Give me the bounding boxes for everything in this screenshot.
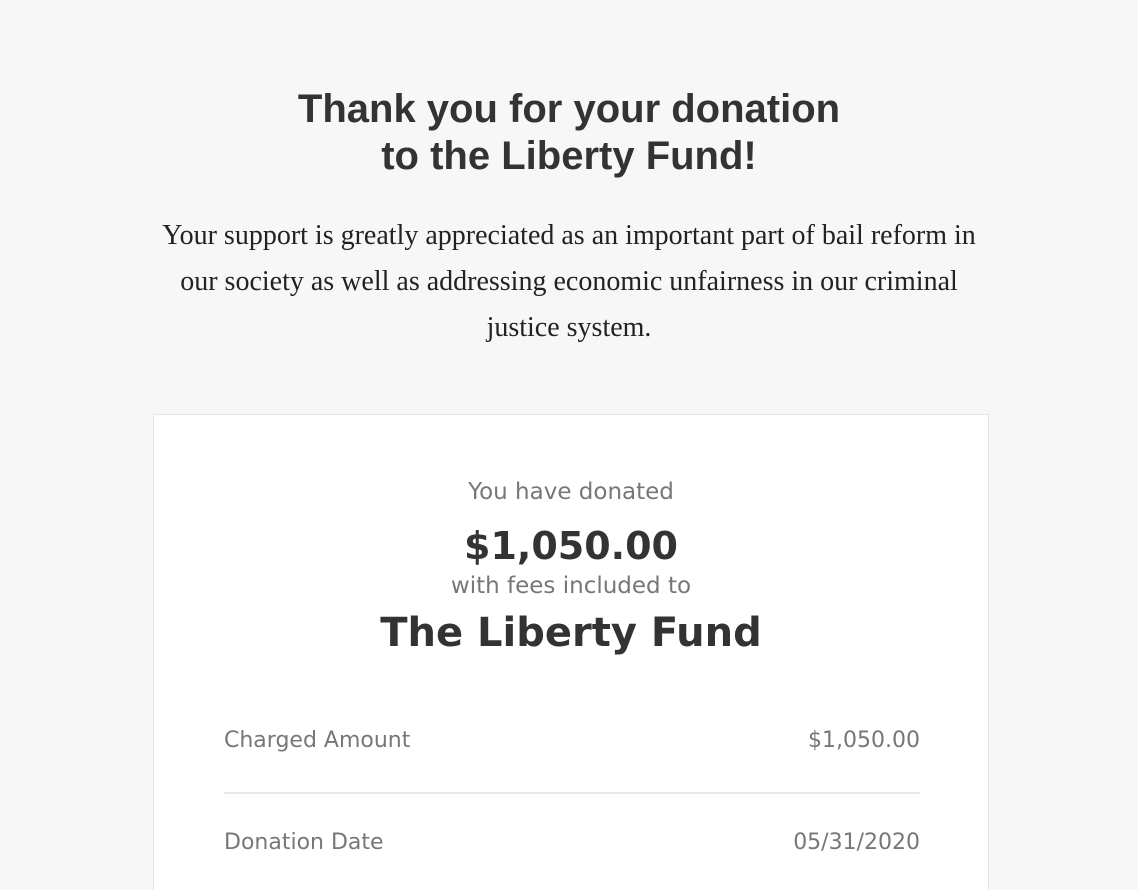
detail-row-charged-amount: Charged Amount $1,050.00: [224, 726, 920, 756]
detail-label: Charged Amount: [224, 728, 411, 753]
donation-confirmation-page: Thank you for your donation to the Liber…: [0, 0, 1138, 890]
donated-label: You have donated: [468, 479, 674, 505]
recipient-name: The Liberty Fund: [380, 610, 762, 656]
page-title-line-1: Thank you for your donation: [297, 87, 841, 131]
detail-value: 05/31/2020: [793, 830, 920, 855]
page-title: Thank you for your donation to the Liber…: [0, 86, 1138, 180]
fees-note: with fees included to: [450, 573, 692, 599]
detail-row-donation-date: Donation Date 05/31/2020: [224, 828, 920, 858]
thank-you-message: Your support is greatly appreciated as a…: [162, 220, 976, 343]
detail-value: $1,050.00: [808, 728, 920, 753]
page-title-line-2: to the Liberty Fund!: [381, 134, 757, 178]
row-divider: [224, 792, 920, 794]
donation-amount: $1,050.00: [464, 524, 678, 568]
detail-label: Donation Date: [224, 830, 384, 855]
